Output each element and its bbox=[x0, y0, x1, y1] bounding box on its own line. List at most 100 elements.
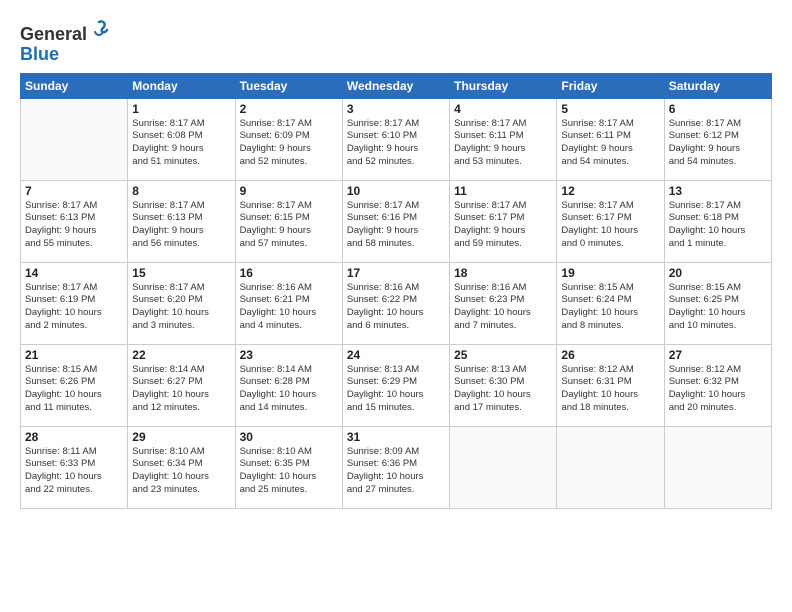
day-number: 17 bbox=[347, 266, 445, 280]
day-number: 25 bbox=[454, 348, 552, 362]
day-number: 14 bbox=[25, 266, 123, 280]
calendar-week-row: 21Sunrise: 8:15 AMSunset: 6:26 PMDayligh… bbox=[21, 344, 772, 426]
day-info: Sunrise: 8:17 AMSunset: 6:15 PMDaylight:… bbox=[240, 200, 338, 251]
day-number: 15 bbox=[132, 266, 230, 280]
calendar-week-row: 1 Sunrise: 8:17 AMSunset: 6:08 PMDaylight… bbox=[21, 98, 772, 180]
calendar-cell: 19 Sunrise: 8:15 AMSunset: 6:24 PMDayligh… bbox=[557, 262, 664, 344]
day-info: Sunrise: 8:17 AMSunset: 6:13 PMDaylight:… bbox=[25, 200, 123, 251]
calendar-cell: 27 Sunrise: 8:12 AMSunset: 6:32 PMDayligh… bbox=[664, 344, 771, 426]
day-number: 10 bbox=[347, 184, 445, 198]
day-info: Sunrise: 8:17 AMSunset: 6:16 PMDaylight:… bbox=[347, 200, 445, 251]
calendar-cell: 15 Sunrise: 8:17 AMSunset: 6:20 PMDayligh… bbox=[128, 262, 235, 344]
day-number: 24 bbox=[347, 348, 445, 362]
calendar-cell: 30 Sunrise: 8:10 AMSunset: 6:35 PMDayligh… bbox=[235, 426, 342, 508]
day-info: Sunrise: 8:17 AMSunset: 6:08 PMDaylight:… bbox=[132, 118, 230, 169]
weekday-header-wednesday: Wednesday bbox=[342, 73, 449, 98]
logo: General Blue bbox=[20, 18, 111, 65]
day-number: 13 bbox=[669, 184, 767, 198]
day-number: 3 bbox=[347, 102, 445, 116]
day-number: 27 bbox=[669, 348, 767, 362]
calendar-cell: 10 Sunrise: 8:17 AMSunset: 6:16 PMDayligh… bbox=[342, 180, 449, 262]
calendar-cell: 4 Sunrise: 8:17 AMSunset: 6:11 PMDaylight… bbox=[450, 98, 557, 180]
day-number: 4 bbox=[454, 102, 552, 116]
day-info: Sunrise: 8:17 AMSunset: 6:20 PMDaylight:… bbox=[132, 282, 230, 333]
calendar-cell: 21Sunrise: 8:15 AMSunset: 6:26 PMDayligh… bbox=[21, 344, 128, 426]
day-number: 23 bbox=[240, 348, 338, 362]
page: General Blue SundayMondayTuesdayWednesda… bbox=[0, 0, 792, 612]
calendar-cell bbox=[21, 98, 128, 180]
day-info: Sunrise: 8:17 AMSunset: 6:17 PMDaylight:… bbox=[561, 200, 659, 251]
calendar-cell: 3Sunrise: 8:17 AMSunset: 6:10 PMDaylight… bbox=[342, 98, 449, 180]
calendar-cell: 13Sunrise: 8:17 AMSunset: 6:18 PMDayligh… bbox=[664, 180, 771, 262]
day-info: Sunrise: 8:13 AMSunset: 6:29 PMDaylight:… bbox=[347, 364, 445, 415]
calendar-cell: 2 Sunrise: 8:17 AMSunset: 6:09 PMDaylight… bbox=[235, 98, 342, 180]
calendar-cell: 9 Sunrise: 8:17 AMSunset: 6:15 PMDaylight… bbox=[235, 180, 342, 262]
day-number: 11 bbox=[454, 184, 552, 198]
day-number: 1 bbox=[132, 102, 230, 116]
calendar-week-row: 14 Sunrise: 8:17 AMSunset: 6:19 PMDayligh… bbox=[21, 262, 772, 344]
calendar-cell: 5 Sunrise: 8:17 AMSunset: 6:11 PMDaylight… bbox=[557, 98, 664, 180]
day-number: 5 bbox=[561, 102, 659, 116]
logo-wave-icon bbox=[89, 18, 111, 40]
calendar-table: SundayMondayTuesdayWednesdayThursdayFrid… bbox=[20, 73, 772, 509]
day-info: Sunrise: 8:11 AMSunset: 6:33 PMDaylight:… bbox=[25, 446, 123, 497]
day-number: 8 bbox=[132, 184, 230, 198]
day-info: Sunrise: 8:17 AMSunset: 6:11 PMDaylight:… bbox=[561, 118, 659, 169]
day-info: Sunrise: 8:10 AMSunset: 6:35 PMDaylight:… bbox=[240, 446, 338, 497]
day-number: 30 bbox=[240, 430, 338, 444]
calendar-cell bbox=[557, 426, 664, 508]
day-number: 12 bbox=[561, 184, 659, 198]
calendar-cell: 29 Sunrise: 8:10 AMSunset: 6:34 PMDayligh… bbox=[128, 426, 235, 508]
day-info: Sunrise: 8:14 AMSunset: 6:28 PMDaylight:… bbox=[240, 364, 338, 415]
day-info: Sunrise: 8:17 AMSunset: 6:13 PMDaylight:… bbox=[132, 200, 230, 251]
day-info: Sunrise: 8:12 AMSunset: 6:32 PMDaylight:… bbox=[669, 364, 767, 415]
day-number: 2 bbox=[240, 102, 338, 116]
day-number: 29 bbox=[132, 430, 230, 444]
day-info: Sunrise: 8:10 AMSunset: 6:34 PMDaylight:… bbox=[132, 446, 230, 497]
logo-blue: Blue bbox=[20, 44, 59, 64]
day-info: Sunrise: 8:16 AMSunset: 6:23 PMDaylight:… bbox=[454, 282, 552, 333]
day-number: 9 bbox=[240, 184, 338, 198]
weekday-header-friday: Friday bbox=[557, 73, 664, 98]
weekday-header-sunday: Sunday bbox=[21, 73, 128, 98]
header: General Blue bbox=[20, 18, 772, 65]
calendar-cell bbox=[664, 426, 771, 508]
weekday-header-tuesday: Tuesday bbox=[235, 73, 342, 98]
day-info: Sunrise: 8:15 AMSunset: 6:24 PMDaylight:… bbox=[561, 282, 659, 333]
calendar-cell: 20Sunrise: 8:15 AMSunset: 6:25 PMDayligh… bbox=[664, 262, 771, 344]
day-number: 19 bbox=[561, 266, 659, 280]
day-info: Sunrise: 8:16 AMSunset: 6:22 PMDaylight:… bbox=[347, 282, 445, 333]
day-info: Sunrise: 8:16 AMSunset: 6:21 PMDaylight:… bbox=[240, 282, 338, 333]
calendar-cell: 25 Sunrise: 8:13 AMSunset: 6:30 PMDayligh… bbox=[450, 344, 557, 426]
day-info: Sunrise: 8:12 AMSunset: 6:31 PMDaylight:… bbox=[561, 364, 659, 415]
calendar-cell: 8 Sunrise: 8:17 AMSunset: 6:13 PMDaylight… bbox=[128, 180, 235, 262]
day-info: Sunrise: 8:15 AMSunset: 6:25 PMDaylight:… bbox=[669, 282, 767, 333]
calendar-week-row: 28 Sunrise: 8:11 AMSunset: 6:33 PMDayligh… bbox=[21, 426, 772, 508]
calendar-cell: 31Sunrise: 8:09 AMSunset: 6:36 PMDayligh… bbox=[342, 426, 449, 508]
calendar-cell: 28 Sunrise: 8:11 AMSunset: 6:33 PMDayligh… bbox=[21, 426, 128, 508]
calendar-cell: 11Sunrise: 8:17 AMSunset: 6:17 PMDayligh… bbox=[450, 180, 557, 262]
day-number: 6 bbox=[669, 102, 767, 116]
logo-general: General bbox=[20, 24, 87, 44]
calendar-cell: 16 Sunrise: 8:16 AMSunset: 6:21 PMDayligh… bbox=[235, 262, 342, 344]
calendar-cell: 17 Sunrise: 8:16 AMSunset: 6:22 PMDayligh… bbox=[342, 262, 449, 344]
day-number: 21 bbox=[25, 348, 123, 362]
day-info: Sunrise: 8:17 AMSunset: 6:09 PMDaylight:… bbox=[240, 118, 338, 169]
calendar-cell: 23 Sunrise: 8:14 AMSunset: 6:28 PMDayligh… bbox=[235, 344, 342, 426]
day-number: 28 bbox=[25, 430, 123, 444]
weekday-header-saturday: Saturday bbox=[664, 73, 771, 98]
calendar-cell: 12 Sunrise: 8:17 AMSunset: 6:17 PMDayligh… bbox=[557, 180, 664, 262]
calendar-cell: 14 Sunrise: 8:17 AMSunset: 6:19 PMDayligh… bbox=[21, 262, 128, 344]
day-info: Sunrise: 8:17 AMSunset: 6:11 PMDaylight:… bbox=[454, 118, 552, 169]
day-number: 26 bbox=[561, 348, 659, 362]
day-number: 18 bbox=[454, 266, 552, 280]
calendar-cell bbox=[450, 426, 557, 508]
day-info: Sunrise: 8:17 AMSunset: 6:19 PMDaylight:… bbox=[25, 282, 123, 333]
calendar-cell: 6Sunrise: 8:17 AMSunset: 6:12 PMDaylight… bbox=[664, 98, 771, 180]
calendar-cell: 7Sunrise: 8:17 AMSunset: 6:13 PMDaylight… bbox=[21, 180, 128, 262]
day-number: 31 bbox=[347, 430, 445, 444]
calendar-cell: 1 Sunrise: 8:17 AMSunset: 6:08 PMDaylight… bbox=[128, 98, 235, 180]
day-number: 16 bbox=[240, 266, 338, 280]
weekday-header-monday: Monday bbox=[128, 73, 235, 98]
day-info: Sunrise: 8:13 AMSunset: 6:30 PMDaylight:… bbox=[454, 364, 552, 415]
